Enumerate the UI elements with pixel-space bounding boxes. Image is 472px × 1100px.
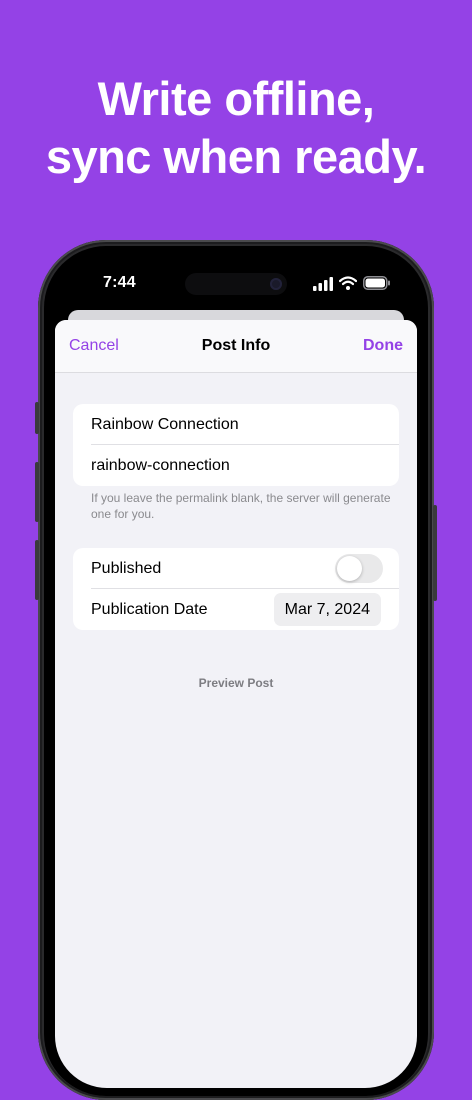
permalink-value: rainbow-connection xyxy=(91,457,230,474)
preview-post-button[interactable]: Preview Post xyxy=(55,676,417,690)
battery-icon xyxy=(363,276,390,290)
camera-icon xyxy=(270,278,282,290)
publication-date-picker[interactable]: Mar 7, 2024 xyxy=(273,593,381,626)
cellular-signal-icon xyxy=(313,277,333,291)
phone-screen: 7:44 Cancel Post Info Done Rainbow Conne… xyxy=(55,258,417,1088)
post-title-field[interactable]: Rainbow Connection xyxy=(73,404,399,445)
volume-up-button xyxy=(35,462,39,522)
published-toggle[interactable] xyxy=(335,554,383,583)
headline-line-2: sync when ready. xyxy=(45,130,427,183)
published-label: Published xyxy=(91,560,162,577)
published-row: Published xyxy=(73,548,399,589)
publication-date-row: Publication Date Mar 7, 2024 xyxy=(73,589,399,630)
done-button[interactable]: Done xyxy=(363,337,403,355)
marketing-headline: Write offline, sync when ready. xyxy=(0,70,472,186)
headline-line-1: Write offline, xyxy=(97,72,375,125)
permalink-hint: If you leave the permalink blank, the se… xyxy=(91,491,391,521)
permalink-field[interactable]: rainbow-connection xyxy=(73,445,399,486)
post-info-sheet: Cancel Post Info Done Rainbow Connection… xyxy=(55,320,417,1088)
status-icons xyxy=(313,276,393,292)
wifi-icon xyxy=(339,276,357,290)
power-button xyxy=(433,505,437,601)
navigation-bar: Cancel Post Info Done xyxy=(55,320,417,373)
publishing-group: Published Publication Date Mar 7, 2024 xyxy=(73,548,399,630)
action-button xyxy=(35,402,39,434)
toggle-knob xyxy=(337,556,362,581)
volume-down-button xyxy=(35,540,39,600)
post-title-value: Rainbow Connection xyxy=(91,416,239,433)
publication-date-label: Publication Date xyxy=(91,601,208,618)
status-time: 7:44 xyxy=(103,274,136,291)
post-fields-group: Rainbow Connection rainbow-connection xyxy=(73,404,399,486)
